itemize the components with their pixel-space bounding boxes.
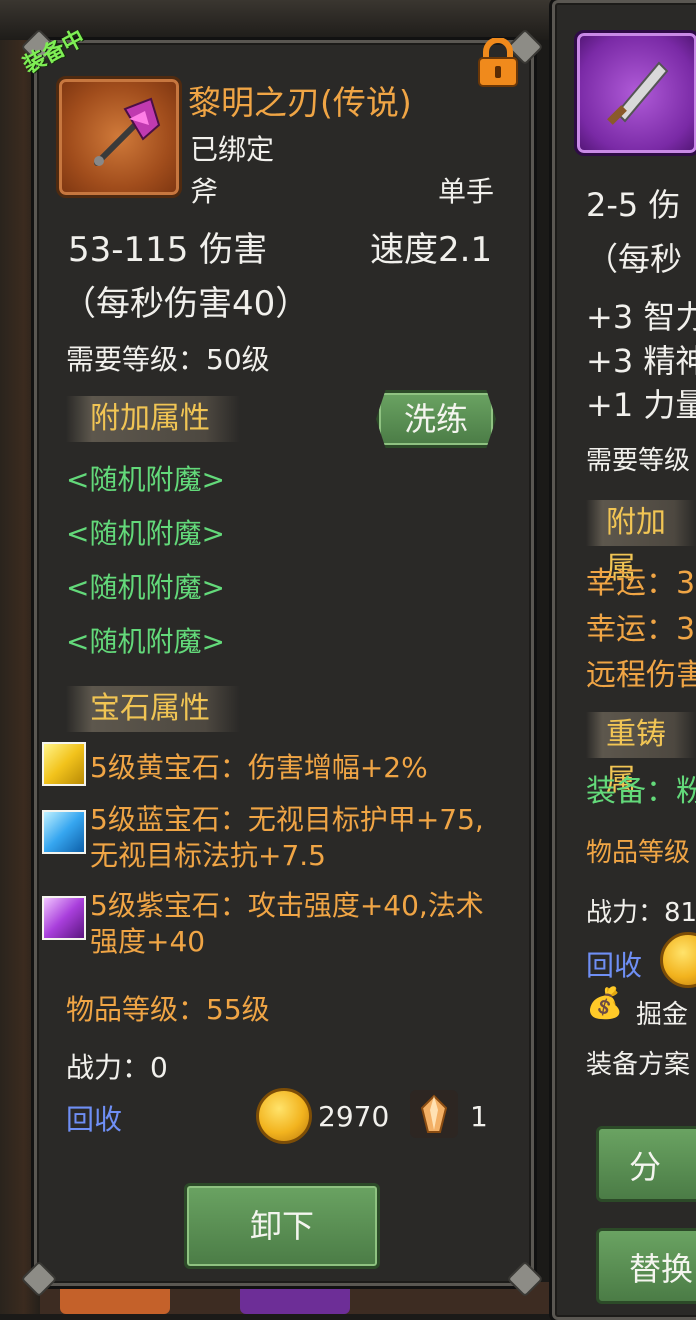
split-button[interactable]: 分: [596, 1126, 696, 1202]
replace-button[interactable]: 替换: [596, 1228, 696, 1304]
bottom-slot: [240, 1282, 350, 1314]
random-enchant: <随机附魔>: [66, 463, 225, 496]
item-level: 物品等级：55级: [66, 993, 270, 1026]
gold-coin-icon: [256, 1088, 312, 1144]
required-level: 需要等级：50级: [66, 343, 270, 376]
random-enchant: <随机附魔>: [66, 625, 225, 658]
gold-amount: 2970: [318, 1100, 390, 1133]
compare-extra-title: 附加属: [586, 500, 696, 586]
compare-equip-effect: 装备：粉: [586, 774, 696, 809]
compare-stat: +3 智力: [586, 298, 696, 336]
dig-gold-label: 掘金: [636, 1000, 689, 1030]
gem-line: 5级黄宝石：伤害增幅+2%: [90, 751, 428, 784]
recycle-link[interactable]: 回收: [66, 1098, 122, 1138]
gem-line: 5级紫宝石：攻击强度+40,法术: [90, 889, 484, 922]
compare-stat: +3 精神: [586, 342, 696, 380]
crystal-amount: 1: [470, 1100, 488, 1133]
compare-reforge-title: 重铸属: [586, 712, 696, 798]
random-enchant: <随机附魔>: [66, 571, 225, 604]
combat-power: 战力：0: [66, 1051, 168, 1084]
item-name: 黎明之刃(传说): [188, 83, 412, 122]
wash-button[interactable]: 洗练: [376, 390, 496, 448]
purple-gem-icon: [42, 896, 86, 940]
compare-required-level: 需要等级: [586, 446, 691, 476]
gem-line: 5级蓝宝石：无视目标护甲+75,: [90, 803, 484, 836]
compare-item-level: 物品等级: [586, 838, 691, 868]
gem-line: 强度+40: [90, 925, 206, 958]
compare-damage: 2-5 伤: [586, 186, 681, 224]
compare-recycle-link[interactable]: 回收: [586, 944, 642, 984]
lock-icon[interactable]: [476, 37, 520, 88]
compare-dps: （每秒: [586, 240, 683, 278]
gem-attributes-title: 宝石属性: [66, 686, 240, 732]
gem-line: 无视目标法抗+7.5: [90, 839, 326, 872]
bound-status: 已绑定: [190, 133, 275, 166]
extra-attributes-title: 附加属性: [66, 396, 240, 442]
damage-per-second: （每秒伤害40）: [62, 284, 310, 324]
compare-stat: +1 力量: [586, 386, 696, 424]
money-bag-icon: 💰: [586, 986, 624, 1021]
compare-extra-stat: 幸运：3: [586, 612, 696, 647]
unequip-button[interactable]: 卸下: [184, 1183, 380, 1269]
item-hand: 单手: [438, 175, 495, 208]
attack-speed: 速度2.1: [370, 230, 493, 270]
crystal-icon: [410, 1090, 458, 1138]
compare-power: 战力：81: [586, 898, 696, 928]
sword-icon: [574, 30, 696, 156]
bottom-background: [40, 1282, 560, 1314]
compare-extra-stat: 幸运：3: [586, 566, 696, 601]
damage-range: 53-115 伤害: [68, 230, 268, 270]
item-type: 斧: [190, 175, 219, 208]
bottom-slot: [60, 1282, 170, 1314]
equip-plan-label: 装备方案: [586, 1050, 691, 1080]
yellow-gem-icon: [42, 742, 86, 786]
random-enchant: <随机附魔>: [66, 517, 225, 550]
axe-icon: [56, 76, 182, 198]
blue-gem-icon: [42, 810, 86, 854]
compare-extra-stat: 远程伤害: [586, 658, 696, 693]
